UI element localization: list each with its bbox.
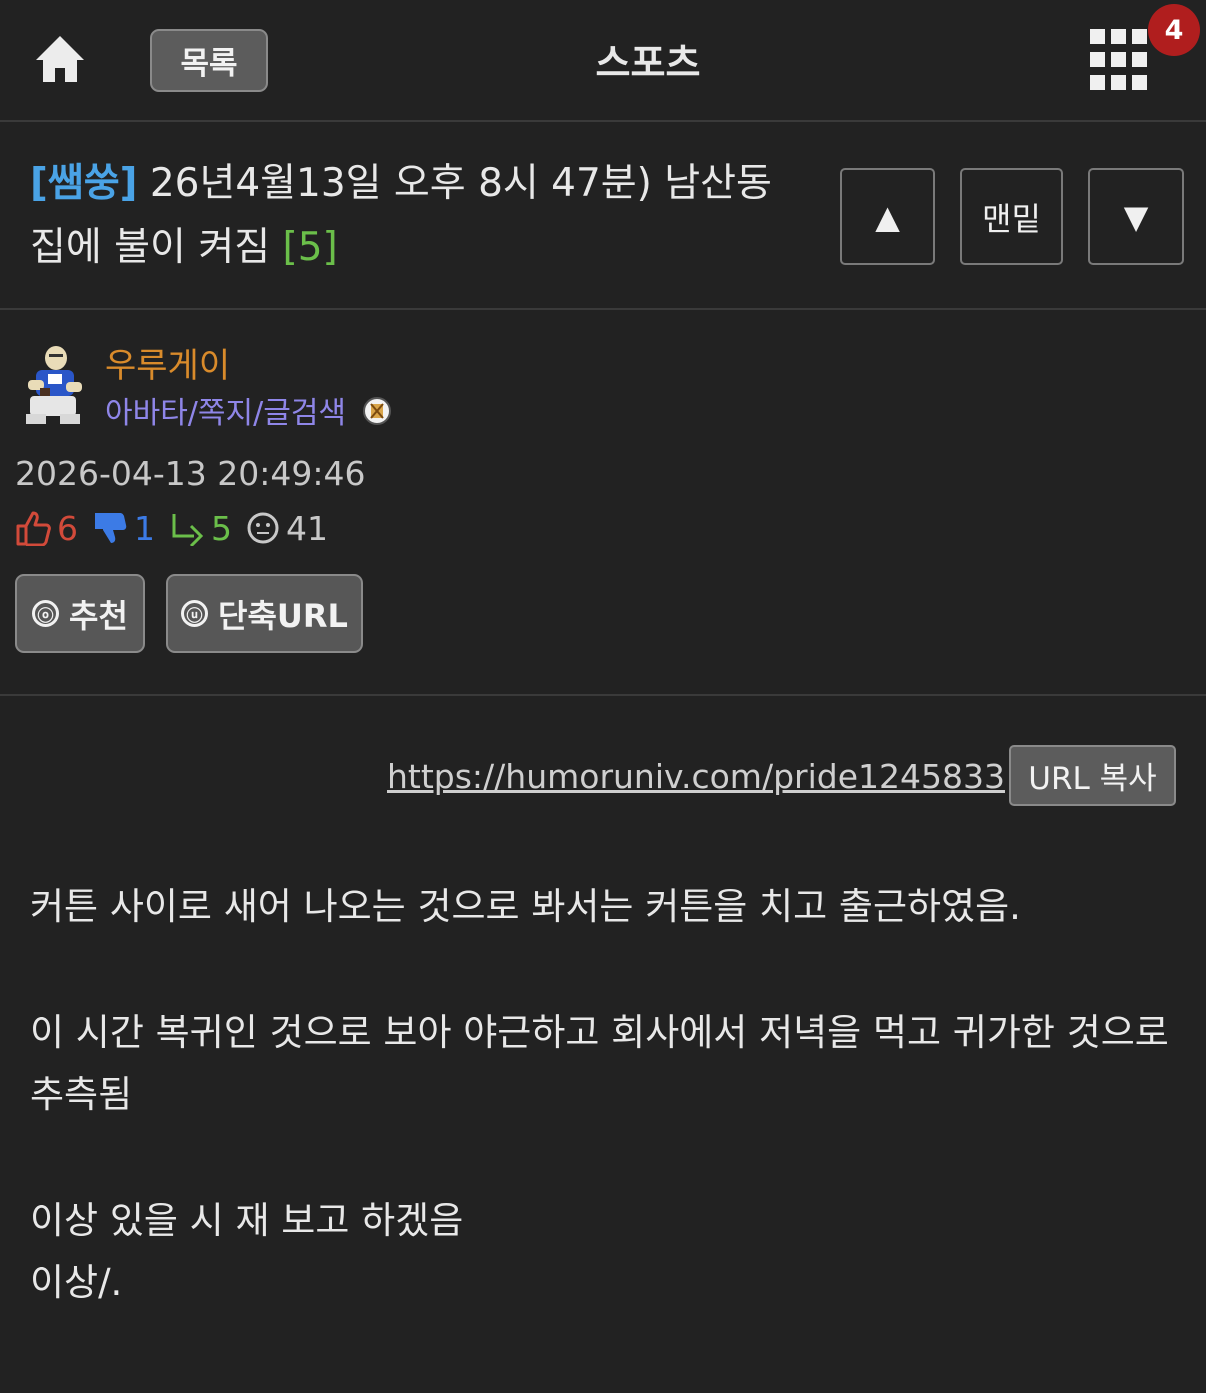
downvote-count: 1	[134, 508, 155, 548]
reply-count: 5	[211, 508, 232, 548]
post-stats: 6 1 5 41	[15, 508, 342, 548]
recommend-button[interactable]: ⓞ 추천	[15, 574, 145, 653]
view-count: 41	[286, 508, 328, 548]
body-paragraph: 이상/.	[30, 1261, 123, 1304]
post-title-row: [쌤쑹] 26년4월13일 오후 8시 47분) 남산동 집에 불이 켜짐 [5…	[0, 124, 1206, 310]
comment-count[interactable]: [5]	[282, 225, 337, 270]
author-links[interactable]: 아바타/쪽지/글검색	[105, 388, 346, 432]
body-paragraph: 이 시간 복귀인 것으로 보아 야근하고 회사에서 저녁을 먹고 귀가한 것으로…	[30, 1011, 1169, 1116]
avatar[interactable]	[20, 344, 88, 426]
upvote-stat: 6	[15, 509, 78, 548]
view-stat: 41	[246, 509, 328, 548]
downvote-stat: 1	[92, 509, 155, 548]
recommend-label: 추천	[69, 596, 128, 635]
scroll-down-button[interactable]: ▼	[1088, 168, 1184, 265]
post-tag: [쌤쑹]	[30, 161, 138, 206]
author-name[interactable]: 우루게이	[105, 338, 230, 387]
upvote-count: 6	[57, 508, 78, 548]
author-block: 우루게이 아바타/쪽지/글검색 2026-04-13 20:49:46 6 1 …	[0, 312, 1206, 696]
short-url-button[interactable]: ⓤ 단축URL	[166, 574, 363, 653]
top-bar: 목록 스포츠 4	[0, 0, 1206, 122]
reply-stat: 5	[169, 509, 232, 548]
level-badge-icon	[363, 397, 391, 425]
body-paragraph: 커튼 사이로 새어 나오는 것으로 봐서는 커튼을 치고 출근하였음.	[30, 885, 1021, 928]
post-date: 2026-04-13 20:49:46	[15, 454, 366, 493]
thumbs-up-icon	[16, 511, 51, 546]
reply-arrow-icon	[172, 514, 204, 546]
scroll-bottom-button[interactable]: 맨밑	[960, 168, 1063, 265]
post-title-text: 26년4월13일 오후 8시 47분) 남산동 집에 불이 켜짐	[30, 161, 772, 270]
face-icon	[247, 512, 279, 544]
post-url-link[interactable]: https://humoruniv.com/pride1245833	[387, 757, 1005, 796]
board-title: 스포츠	[595, 41, 701, 85]
post-title: [쌤쑹] 26년4월13일 오후 8시 47분) 남산동 집에 불이 켜짐 [5…	[30, 152, 810, 280]
thumbs-down-icon	[95, 513, 127, 543]
recommend-icon: ⓞ	[32, 600, 60, 627]
body-paragraph: 이상 있을 시 재 보고 하겠음	[30, 1199, 464, 1242]
url-copy-button[interactable]: URL 복사	[1009, 745, 1176, 806]
grid-menu-icon[interactable]	[1090, 29, 1154, 93]
post-body: 커튼 사이로 새어 나오는 것으로 봐서는 커튼을 치고 출근하였음. 이 시간…	[30, 876, 1180, 1314]
notification-badge[interactable]: 4	[1148, 4, 1200, 56]
scroll-up-button[interactable]: ▲	[840, 168, 935, 265]
short-url-label: 단축URL	[218, 596, 348, 635]
short-url-icon: ⓤ	[181, 600, 209, 627]
